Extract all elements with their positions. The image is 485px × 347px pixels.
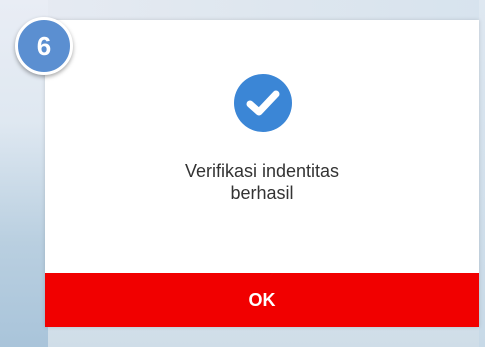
- step-number-badge: 6: [15, 17, 73, 75]
- ok-button[interactable]: OK: [45, 273, 479, 327]
- ok-button-label: OK: [248, 289, 276, 310]
- message-line-1: Verifikasi indentitas: [184, 161, 340, 181]
- message-line-2: berhasil: [230, 183, 294, 203]
- verification-success-dialog: Verifikasi indentitas berhasil OK: [45, 20, 479, 327]
- checkmark-icon: [246, 90, 280, 116]
- background-right: [479, 0, 485, 347]
- check-circle-icon: [234, 74, 292, 132]
- dialog-message: Verifikasi indentitas berhasil: [45, 160, 479, 204]
- background-top: [0, 0, 485, 20]
- step-number: 6: [36, 30, 52, 61]
